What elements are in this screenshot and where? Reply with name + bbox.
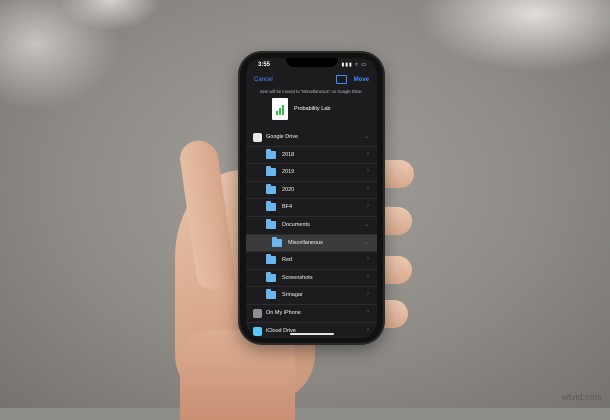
iphone-icon (253, 308, 262, 318)
folder-icon (272, 236, 282, 247)
folder-icon (266, 218, 276, 229)
background-blur (420, 0, 610, 70)
folder-icon (266, 166, 276, 177)
chevron-down-icon: ⌄ (363, 239, 369, 246)
chevron-right-icon: › (367, 150, 369, 157)
folder-row[interactable]: Documents ⌄ (246, 217, 377, 235)
hand-wrist (180, 330, 295, 420)
chevron-right-icon: › (367, 273, 369, 280)
home-indicator (290, 333, 334, 335)
folder-row[interactable]: 2018 › (246, 147, 377, 165)
folder-row[interactable]: 2019 › (246, 164, 377, 182)
location-google-drive[interactable]: Google Drive ⌄ (246, 129, 377, 147)
location-label: On My iPhone (266, 309, 301, 316)
status-time: 3:55 (258, 62, 271, 68)
folder-row[interactable]: 2020 › (246, 182, 377, 200)
location-list: Google Drive ⌄ 2018 › 2019 › 2020 › BF4 (246, 129, 377, 338)
chevron-right-icon: › (367, 326, 369, 333)
folder-label: Srinagar (282, 292, 303, 299)
status-bar: 3:55 ▮▮▮ ≈ ▭ (246, 60, 377, 72)
navigation-bar: Cancel Move (246, 74, 377, 88)
chevron-down-icon: ⌄ (363, 134, 369, 140)
folder-icon (266, 183, 276, 194)
location-icloud-drive[interactable]: iCloud Drive › (246, 323, 377, 338)
chevron-right-icon: › (367, 256, 369, 263)
folder-label: Miscellaneous (288, 239, 323, 246)
icloud-icon (253, 326, 262, 336)
chevron-right-icon: › (367, 185, 369, 192)
folder-icon (266, 148, 276, 159)
phone-screen: 3:55 ▮▮▮ ≈ ▭ Cancel Move Item will be mo… (246, 58, 377, 338)
folder-row[interactable]: BF4 › (246, 199, 377, 217)
thumbnail-chart-bar (279, 108, 281, 115)
chevron-right-icon: › (367, 203, 369, 210)
thumbnail-chart-bar (282, 105, 284, 115)
file-preview: Probability Lab (272, 98, 372, 122)
folder-label: Documents (282, 221, 310, 228)
new-folder-icon[interactable] (336, 75, 347, 84)
folder-label: 2020 (282, 186, 295, 193)
location-on-my-iphone[interactable]: On My iPhone › (246, 305, 377, 323)
folder-icon (266, 289, 276, 300)
iphone-device: 3:55 ▮▮▮ ≈ ▭ Cancel Move Item will be mo… (240, 53, 383, 343)
folder-label: BF4 (282, 204, 293, 211)
google-drive-icon (253, 133, 262, 142)
watermark: wtvid.com (561, 392, 602, 402)
folder-label: 2019 (282, 169, 295, 176)
thumbnail-chart-bar (276, 111, 278, 115)
chevron-right-icon: › (367, 168, 369, 175)
cancel-button[interactable]: Cancel (254, 77, 273, 83)
folder-icon (266, 271, 276, 282)
status-icons: ▮▮▮ ≈ ▭ (341, 62, 367, 68)
folder-row[interactable]: Srinagar › (246, 287, 377, 305)
folder-label: Screenshots (282, 274, 313, 281)
move-button[interactable]: Move (354, 77, 369, 83)
folder-icon (266, 254, 276, 265)
location-label: Google Drive (266, 134, 299, 140)
move-info-text: Item will be moved to "Miscellaneous" on… (260, 89, 363, 94)
folder-row-selected[interactable]: Miscellaneous ⌄ (246, 234, 377, 253)
folder-label: 2018 (282, 151, 295, 158)
chevron-down-icon: ⌄ (363, 221, 369, 228)
folder-row[interactable]: Red › (246, 252, 377, 270)
chevron-right-icon: › (367, 308, 369, 315)
folder-icon (266, 201, 276, 212)
folder-label: Red (282, 257, 293, 264)
folder-row[interactable]: Screenshots › (246, 270, 377, 288)
file-name: Probability Lab (294, 106, 331, 112)
chevron-right-icon: › (367, 291, 369, 298)
background-blur (60, 0, 160, 30)
file-thumbnail (272, 98, 288, 120)
